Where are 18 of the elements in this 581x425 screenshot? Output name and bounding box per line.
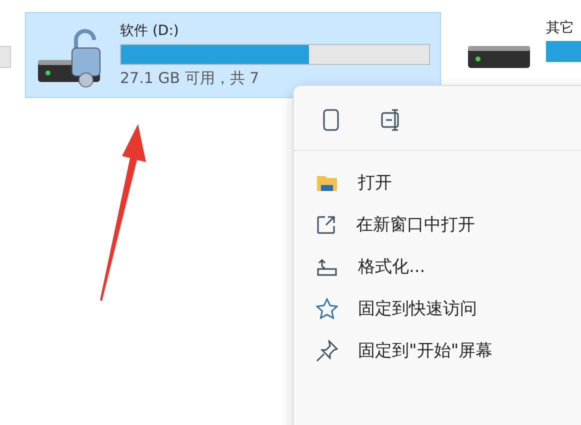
drive-name: 其它 xyxy=(546,19,575,37)
drive-tile[interactable]: 其它 xyxy=(455,12,581,98)
copy-icon[interactable] xyxy=(322,108,340,132)
drive-icon xyxy=(466,45,532,69)
menu-item[interactable]: 固定到"开始"屏幕 xyxy=(316,339,581,362)
star-icon xyxy=(316,298,338,319)
menu-item[interactable]: 格式化... xyxy=(316,255,581,278)
drive-tile-edge xyxy=(0,46,11,68)
pin-icon xyxy=(316,340,338,362)
folder-icon xyxy=(316,174,338,192)
free-space-text: 27.1 GB 可用，共 7 xyxy=(120,69,260,88)
drive-tile[interactable]: 软件 (D:) 27.1 GB 可用，共 7 xyxy=(25,12,441,98)
new-window-icon xyxy=(316,214,336,234)
menu-item[interactable]: 固定到快速访问 xyxy=(316,297,581,320)
format-icon xyxy=(316,256,338,276)
drive-name: 软件 (D:) xyxy=(120,22,180,40)
menu-item[interactable]: 打开 xyxy=(316,171,581,194)
menu-item[interactable]: 在新窗口中打开 xyxy=(316,213,581,236)
